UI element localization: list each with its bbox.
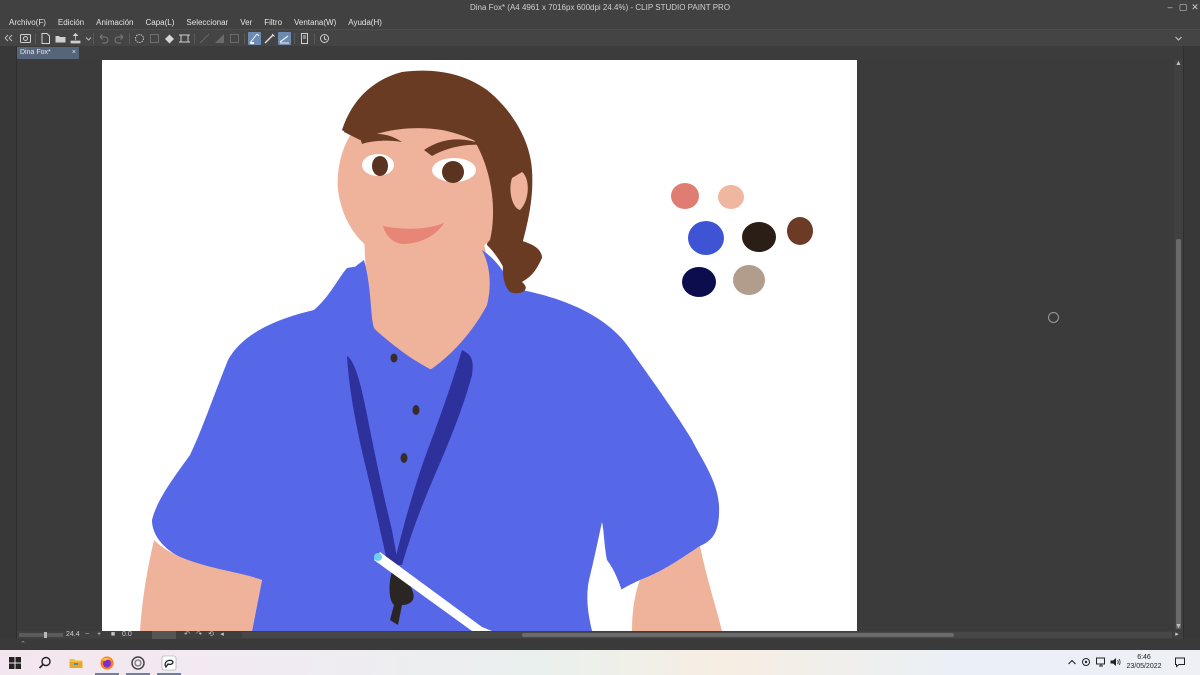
tab-label: Dina Fox* <box>20 49 51 56</box>
crop-icon[interactable] <box>213 32 226 45</box>
firefox-icon[interactable] <box>92 650 122 675</box>
drawing-canvas[interactable] <box>102 60 857 631</box>
clock-date: 23/05/2022 <box>1126 663 1162 670</box>
fit-view-icon[interactable]: ■ <box>109 631 117 639</box>
rotation-slider[interactable] <box>152 631 176 639</box>
zoom-value[interactable]: 24.4 <box>66 631 80 639</box>
notifications-icon[interactable] <box>1174 656 1186 668</box>
menu-ventana[interactable]: Ventana(W) <box>294 18 336 27</box>
toolbar-overflow-icon[interactable] <box>1172 32 1182 45</box>
rotation-value[interactable]: 0.0 <box>122 631 132 639</box>
canvas-viewport[interactable] <box>18 59 1174 631</box>
color-palette <box>671 183 813 297</box>
clear-icon[interactable] <box>133 32 146 45</box>
palette-swatch <box>787 217 813 245</box>
rotate-left-icon[interactable]: ↶ <box>183 631 191 639</box>
scroll-down-icon[interactable]: ▼ <box>1174 622 1183 631</box>
save-icon[interactable] <box>69 32 82 45</box>
menu-edicion[interactable]: Edición <box>58 18 84 27</box>
right-panel-dock[interactable] <box>1183 46 1200 650</box>
snap-special-icon[interactable] <box>263 32 276 45</box>
snap-grid-icon[interactable] <box>278 32 291 45</box>
horizontal-scroll-thumb[interactable] <box>522 633 954 637</box>
zoom-slider-knob[interactable] <box>44 632 47 638</box>
network-icon[interactable] <box>1095 656 1107 668</box>
document-tab-bar: Dina Fox* × <box>17 46 1183 59</box>
shirt-button <box>400 453 408 463</box>
volume-icon[interactable] <box>1109 656 1121 668</box>
pupil-left <box>372 156 388 176</box>
clear-outside-icon[interactable] <box>148 32 161 45</box>
menu-seleccionar[interactable]: Seleccionar <box>186 18 228 27</box>
menu-archivo[interactable]: Archivo(F) <box>9 18 46 27</box>
menu-ayuda[interactable]: Ayuda(H) <box>348 18 382 27</box>
horizontal-scrollbar[interactable] <box>242 632 1172 638</box>
file-explorer-icon[interactable] <box>61 650 91 675</box>
shirt-button <box>412 405 420 415</box>
menu-animacion[interactable]: Animación <box>96 18 133 27</box>
scroll-up-icon[interactable]: ▲ <box>1174 59 1183 68</box>
status-bar: 24.4 − + ■ 0.0 ↶ ↷ ⟲ ◂ ▸ <box>17 631 1183 639</box>
new-file-icon[interactable] <box>39 32 52 45</box>
scroll-right-icon[interactable]: ▸ <box>1173 631 1181 639</box>
minimize-icon[interactable]: – <box>1164 2 1176 13</box>
zoom-out-button[interactable]: − <box>83 631 91 639</box>
tab-dina-fox[interactable]: Dina Fox* × <box>17 47 79 59</box>
snap-ruler-icon[interactable] <box>248 32 261 45</box>
menu-filtro[interactable]: Filtro <box>264 18 282 27</box>
palette-swatch <box>718 185 744 209</box>
zoom-in-button[interactable]: + <box>95 631 103 639</box>
menu-bar: Archivo(F) Edición Animación Capa(L) Sel… <box>0 15 1200 29</box>
ponytail <box>502 238 542 294</box>
windows-start-icon[interactable] <box>0 650 30 675</box>
scroll-left-icon[interactable]: ◂ <box>218 631 226 639</box>
bottom-panel-dock[interactable]: ⌃ <box>0 639 1200 650</box>
palette-swatch <box>733 265 765 295</box>
window-title: Dina Fox* (A4 4961 x 7016px 600dpi 24.4%… <box>469 3 731 12</box>
palette-swatch <box>682 267 716 297</box>
search-icon[interactable] <box>30 650 60 675</box>
palette-swatch <box>742 222 776 252</box>
invert-selection-icon[interactable] <box>198 32 211 45</box>
chevron-up-icon[interactable] <box>1066 656 1078 668</box>
page-icon[interactable] <box>298 32 311 45</box>
palette-swatch <box>671 183 699 209</box>
shirt-button <box>390 353 398 363</box>
reset-rotation-icon[interactable]: ⟲ <box>207 631 215 639</box>
undo-icon[interactable] <box>97 32 110 45</box>
clip-studio-icon[interactable] <box>19 32 32 45</box>
clip-studio-icon[interactable] <box>123 650 153 675</box>
vertical-scroll-thumb[interactable] <box>1176 239 1181 629</box>
clip-studio-paint-icon[interactable] <box>154 650 184 675</box>
palette-swatch <box>688 221 724 255</box>
clock-time: 6:46 <box>1137 654 1151 661</box>
menu-ver[interactable]: Ver <box>240 18 252 27</box>
title-bar: Dina Fox* (A4 4961 x 7016px 600dpi 24.4%… <box>0 0 1200 15</box>
panel-toggle-icon[interactable] <box>3 32 16 45</box>
command-bar <box>0 29 1200 46</box>
zoom-slider[interactable] <box>19 632 63 638</box>
left-panel-dock[interactable] <box>0 46 17 650</box>
pupil-right <box>442 161 464 183</box>
pen-tip <box>374 553 382 561</box>
maximize-icon[interactable]: ▢ <box>1177 2 1189 13</box>
system-clock[interactable]: 6:46 23/05/2022 <box>1124 653 1164 671</box>
brush-cursor-indicator <box>1048 312 1059 323</box>
save-dropdown-icon[interactable] <box>82 32 92 45</box>
expand-up-icon[interactable]: ⌃ <box>20 640 26 648</box>
transform-icon[interactable] <box>178 32 191 45</box>
menu-capa[interactable]: Capa(L) <box>146 18 175 27</box>
layer-icon[interactable] <box>228 32 241 45</box>
pen-settings-icon[interactable] <box>1080 656 1092 668</box>
tab-close-icon[interactable]: × <box>72 47 76 59</box>
rotate-right-icon[interactable]: ↷ <box>195 631 203 639</box>
vertical-scrollbar[interactable]: ▲ ▼ <box>1174 59 1183 631</box>
redo-icon[interactable] <box>113 32 126 45</box>
windows-taskbar: 6:46 23/05/2022 <box>0 650 1200 675</box>
close-icon[interactable]: ✕ <box>1189 2 1200 13</box>
refresh-icon[interactable] <box>318 32 331 45</box>
open-file-icon[interactable] <box>54 32 67 45</box>
fill-icon[interactable] <box>163 32 176 45</box>
